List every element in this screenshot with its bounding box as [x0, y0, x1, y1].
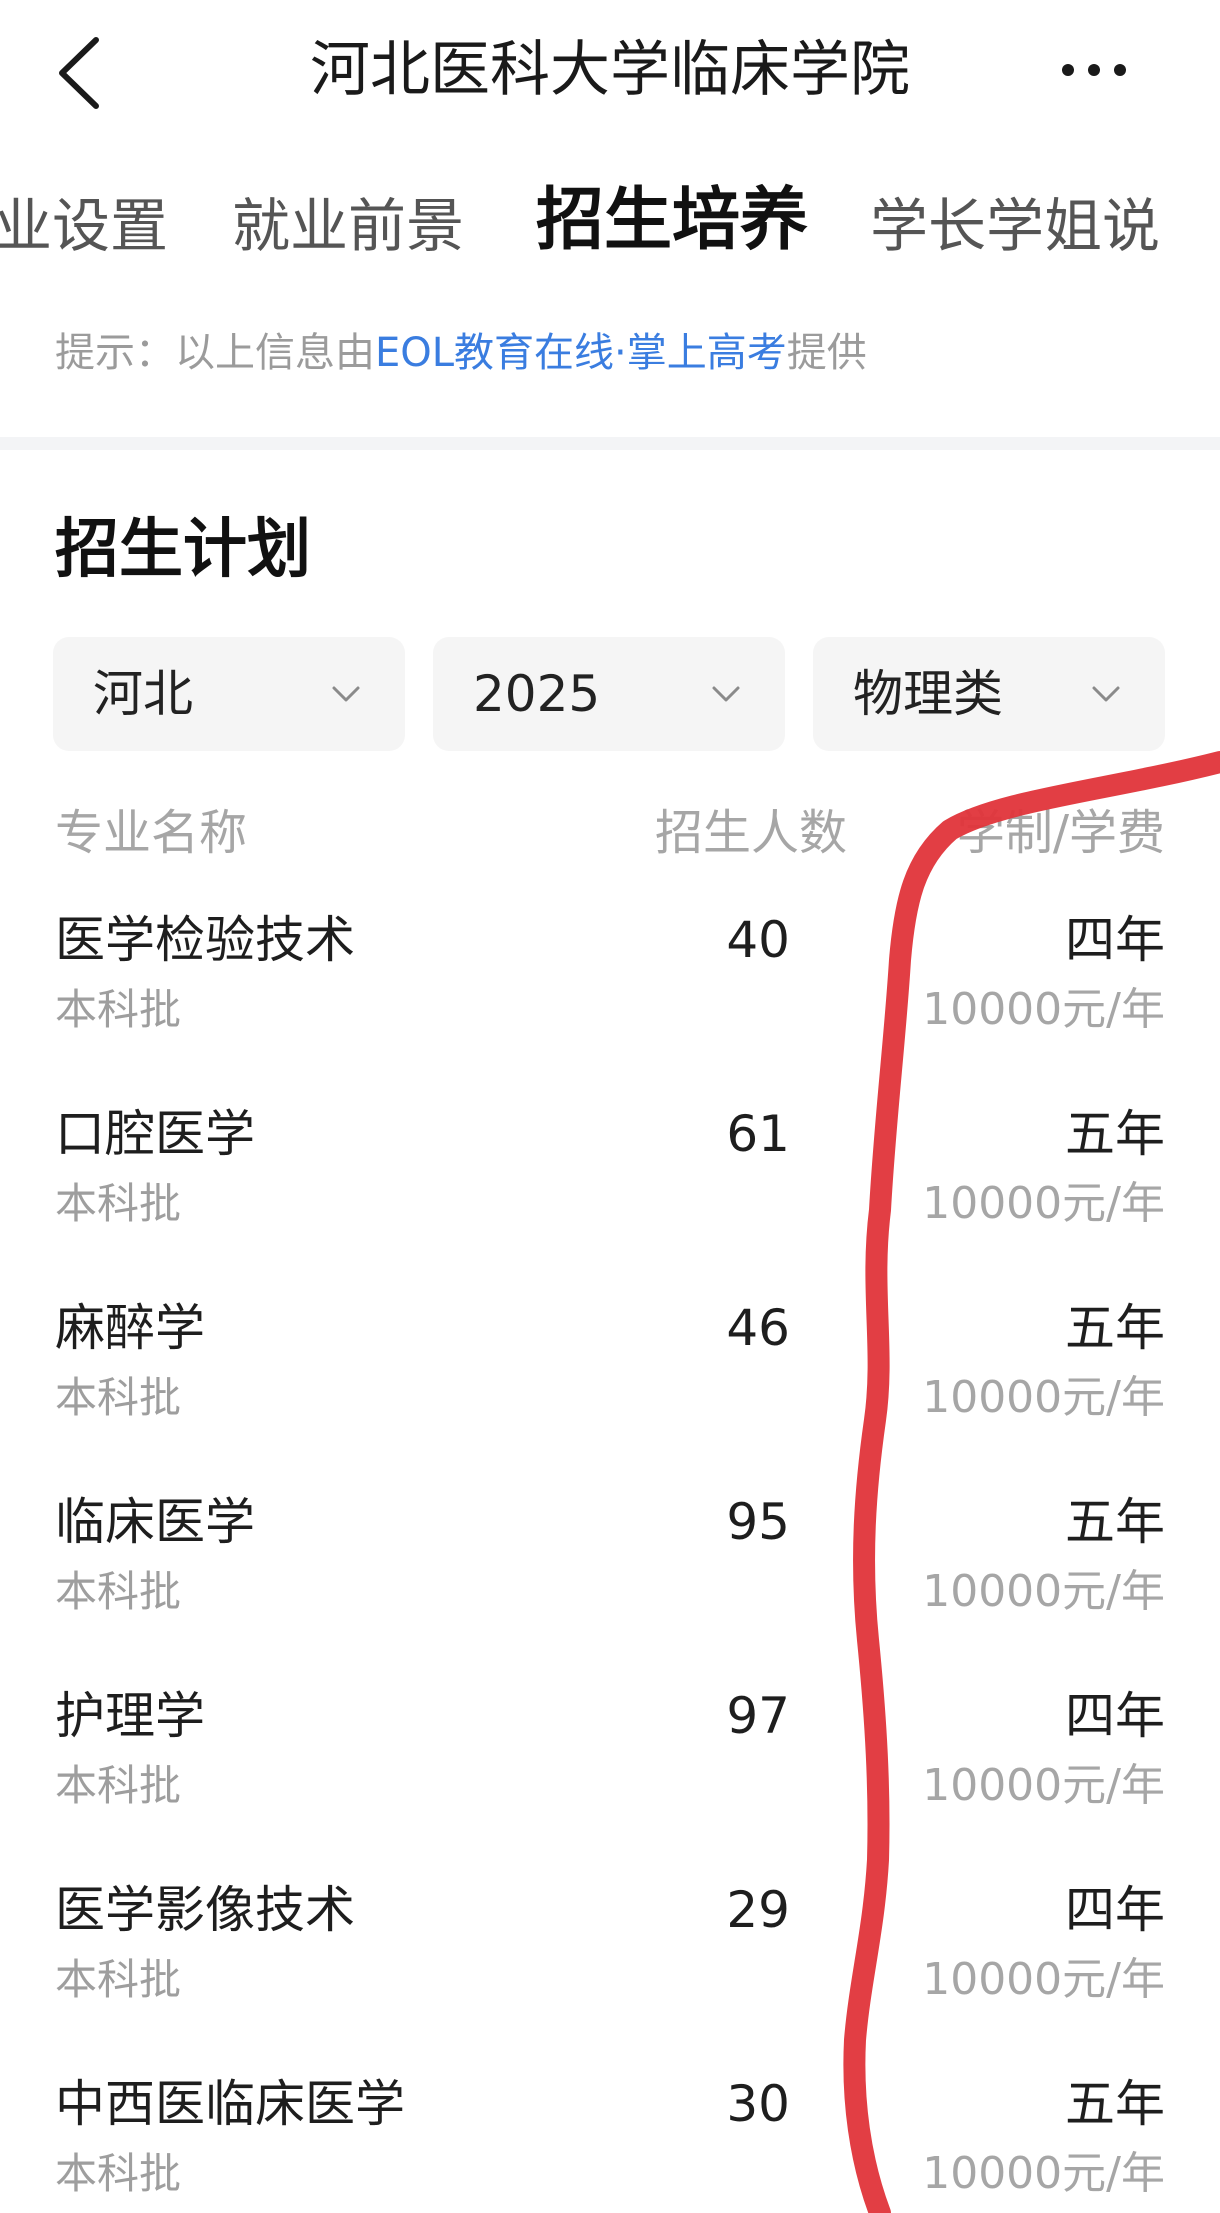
table-row: 临床医学 本科批 95 五年 10000元/年 [0, 1487, 1220, 1681]
column-header-duration-fee: 学制/学费 [956, 805, 1165, 861]
chevron-down-icon [332, 686, 360, 702]
subject-value: 物理类 [853, 665, 1003, 723]
chevron-down-icon [712, 686, 740, 702]
tuition-fee: 10000元/年 [922, 1566, 1165, 1617]
major-batch: 本科批 [55, 1567, 182, 1616]
table-row: 医学检验技术 本科批 40 四年 10000元/年 [0, 905, 1220, 1099]
enrollment-count: 97 [726, 1687, 790, 1745]
tuition-fee: 10000元/年 [922, 1372, 1165, 1423]
program-duration: 五年 [1065, 1105, 1165, 1163]
tab-major-settings[interactable]: 业设置 [0, 186, 168, 266]
info-hint: 提示：以上信息由EOL教育在线·掌上高考提供 [55, 318, 867, 388]
table-row: 护理学 本科批 97 四年 10000元/年 [0, 1681, 1220, 1875]
program-duration: 五年 [1065, 1299, 1165, 1357]
tuition-fee: 10000元/年 [922, 1178, 1165, 1229]
tuition-fee: 10000元/年 [922, 1760, 1165, 1811]
tab-seniors-say[interactable]: 学长学姐说 [870, 186, 1160, 266]
tuition-fee: 10000元/年 [922, 2148, 1165, 2199]
province-select[interactable]: 河北 [53, 637, 405, 751]
tab-admission[interactable]: 招生培养 [536, 181, 808, 261]
enrollment-count: 46 [726, 1299, 790, 1357]
enrollment-count: 61 [726, 1105, 790, 1163]
table-row: 中西医临床医学 本科批 30 五年 10000元/年 [0, 2069, 1220, 2213]
program-duration: 五年 [1065, 1493, 1165, 1551]
section-title: 招生计划 [55, 513, 311, 587]
province-value: 河北 [93, 665, 193, 723]
major-batch: 本科批 [55, 2149, 182, 2198]
hint-suffix: 提供 [786, 330, 867, 376]
chevron-down-icon [1092, 686, 1120, 702]
major-batch: 本科批 [55, 985, 182, 1034]
major-batch: 本科批 [55, 1955, 182, 2004]
program-duration: 四年 [1065, 1687, 1165, 1745]
major-name: 麻醉学 [55, 1299, 205, 1357]
major-name: 中西医临床医学 [55, 2075, 405, 2133]
subject-select[interactable]: 物理类 [813, 637, 1165, 751]
chevron-left-icon [59, 37, 99, 109]
program-duration: 四年 [1065, 911, 1165, 969]
major-name: 医学检验技术 [55, 911, 355, 969]
year-select[interactable]: 2025 [433, 637, 785, 751]
major-name: 口腔医学 [55, 1105, 255, 1163]
enrollment-count: 40 [726, 911, 790, 969]
table-row: 麻醉学 本科批 46 五年 10000元/年 [0, 1293, 1220, 1487]
major-batch: 本科批 [55, 1761, 182, 1810]
more-button[interactable] [1062, 55, 1172, 85]
year-value: 2025 [473, 665, 601, 723]
major-name: 护理学 [55, 1687, 205, 1745]
source-link[interactable]: EOL教育在线·掌上高考 [375, 330, 787, 376]
major-batch: 本科批 [55, 1179, 182, 1228]
column-header-name: 专业名称 [55, 805, 248, 861]
major-name: 临床医学 [55, 1493, 255, 1551]
tuition-fee: 10000元/年 [922, 1954, 1165, 2005]
section-divider [0, 437, 1220, 450]
page-title: 河北医科大学临床学院 [310, 35, 910, 105]
enrollment-count: 95 [726, 1493, 790, 1551]
table-row: 医学影像技术 本科批 29 四年 10000元/年 [0, 1875, 1220, 2069]
major-batch: 本科批 [55, 1373, 182, 1422]
column-header-count: 招生人数 [655, 805, 848, 861]
tuition-fee: 10000元/年 [922, 984, 1165, 1035]
enrollment-count: 29 [726, 1881, 790, 1939]
hint-prefix: 提示：以上信息由 [55, 330, 375, 376]
major-name: 医学影像技术 [55, 1881, 355, 1939]
back-button[interactable] [50, 28, 110, 118]
program-duration: 五年 [1065, 2075, 1165, 2133]
tab-employment[interactable]: 就业前景 [232, 186, 464, 266]
table-row: 口腔医学 本科批 61 五年 10000元/年 [0, 1099, 1220, 1293]
program-duration: 四年 [1065, 1881, 1165, 1939]
enrollment-count: 30 [726, 2075, 790, 2133]
more-horizontal-icon [1062, 64, 1074, 76]
